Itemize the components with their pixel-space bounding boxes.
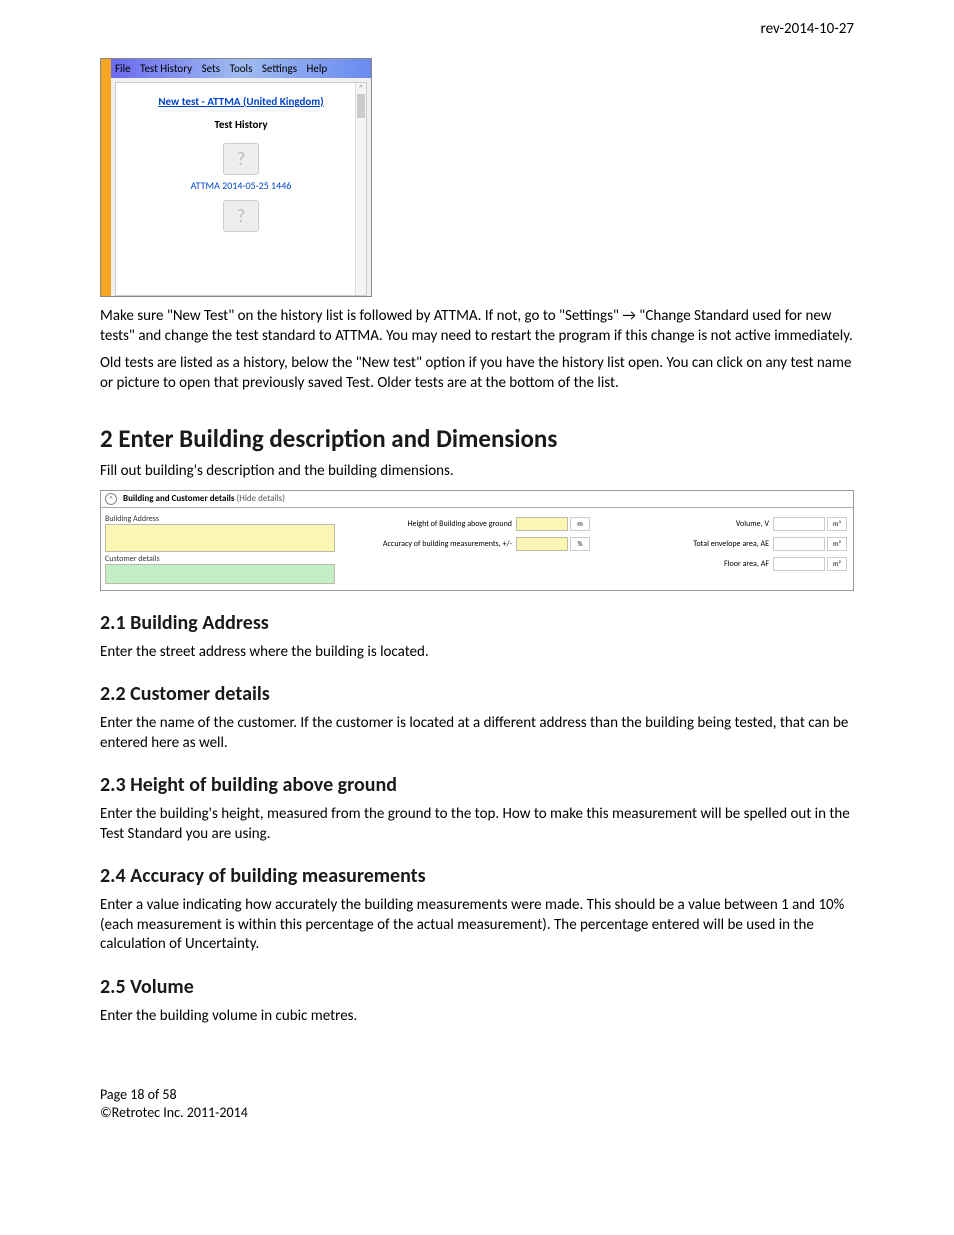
customer-details-input[interactable] [105,564,335,584]
envelope-label: Total envelope area, AE [598,539,773,549]
envelope-unit: m² [827,537,847,551]
volume-unit: m³ [827,517,847,531]
paragraph: Enter a value indicating how accurately … [100,896,854,955]
footer: Page 18 of 58 ©Retrotec Inc. 2011-2014 [100,1086,854,1122]
subsection-heading-2-3: 2.3 Height of building above ground [100,773,854,797]
envelope-input[interactable] [773,537,825,551]
form-panel-screenshot: ^ Building and Customer details (Hide de… [100,490,854,591]
scroll-thumb[interactable] [357,94,365,118]
subsection-heading-2-2: 2.2 Customer details [100,682,854,706]
menu-test-history[interactable]: Test History [140,62,192,75]
page-number: Page 18 of 58 [100,1086,854,1104]
paragraph: Enter the name of the customer. If the c… [100,714,854,753]
collapse-icon[interactable]: ^ [105,493,117,505]
paragraph: Enter the building's height, measured fr… [100,805,854,844]
paragraph: Enter the street address where the build… [100,643,854,663]
menu-settings[interactable]: Settings [262,62,297,75]
menu-file[interactable]: File [115,62,131,75]
hide-details-link[interactable]: (Hide details) [237,493,285,504]
form-panel-title: Building and Customer details [123,493,234,504]
form-panel-header: ^ Building and Customer details (Hide de… [101,491,853,508]
accuracy-input[interactable] [516,537,568,551]
app-window-screenshot: File Test History Sets Tools Settings He… [100,58,372,297]
height-unit: m [570,517,590,531]
accuracy-label: Accuracy of building measurements, +/- [341,539,516,549]
section-heading-2: 2 Enter Building description and Dimensi… [100,423,854,454]
paragraph: Make sure "New Test" on the history list… [100,307,854,346]
paragraph: Old tests are listed as a history, below… [100,354,854,393]
volume-input[interactable] [773,517,825,531]
test-thumbnail-icon[interactable]: ? [223,143,259,175]
customer-details-label: Customer details [105,554,335,564]
subsection-heading-2-1: 2.1 Building Address [100,611,854,635]
menu-sets[interactable]: Sets [202,62,220,75]
history-panel: ^ New test - ATTMA (United Kingdom) Test… [115,82,367,296]
height-input[interactable] [516,517,568,531]
revision-label: rev-2014-10-27 [100,20,854,38]
scrollbar[interactable]: ^ [355,83,366,295]
floor-unit: m² [827,557,847,571]
subsection-heading-2-4: 2.4 Accuracy of building measurements [100,864,854,888]
copyright: ©Retrotec Inc. 2011-2014 [100,1104,854,1122]
orange-sidebar [101,59,111,296]
history-item-link[interactable]: ATTMA 2014-05-25 1446 [120,179,362,192]
subsection-heading-2-5: 2.5 Volume [100,975,854,999]
test-thumbnail-icon[interactable]: ? [223,200,259,232]
building-address-label: Building Address [105,514,335,524]
building-address-input[interactable] [105,524,335,552]
height-label: Height of Building above ground [341,519,516,529]
floor-input[interactable] [773,557,825,571]
volume-label: Volume, V [598,519,773,529]
menu-tools[interactable]: Tools [230,62,253,75]
paragraph: Enter the building volume in cubic metre… [100,1007,854,1027]
menu-help[interactable]: Help [307,62,328,75]
menubar: File Test History Sets Tools Settings He… [111,59,371,78]
test-history-heading: Test History [120,118,362,131]
accuracy-unit: % [570,537,590,551]
paragraph: Fill out building's description and the … [100,462,854,482]
new-test-link[interactable]: New test - ATTMA (United Kingdom) [120,95,362,108]
floor-label: Floor area, AF [598,559,773,569]
scroll-up-icon[interactable]: ^ [356,83,366,93]
